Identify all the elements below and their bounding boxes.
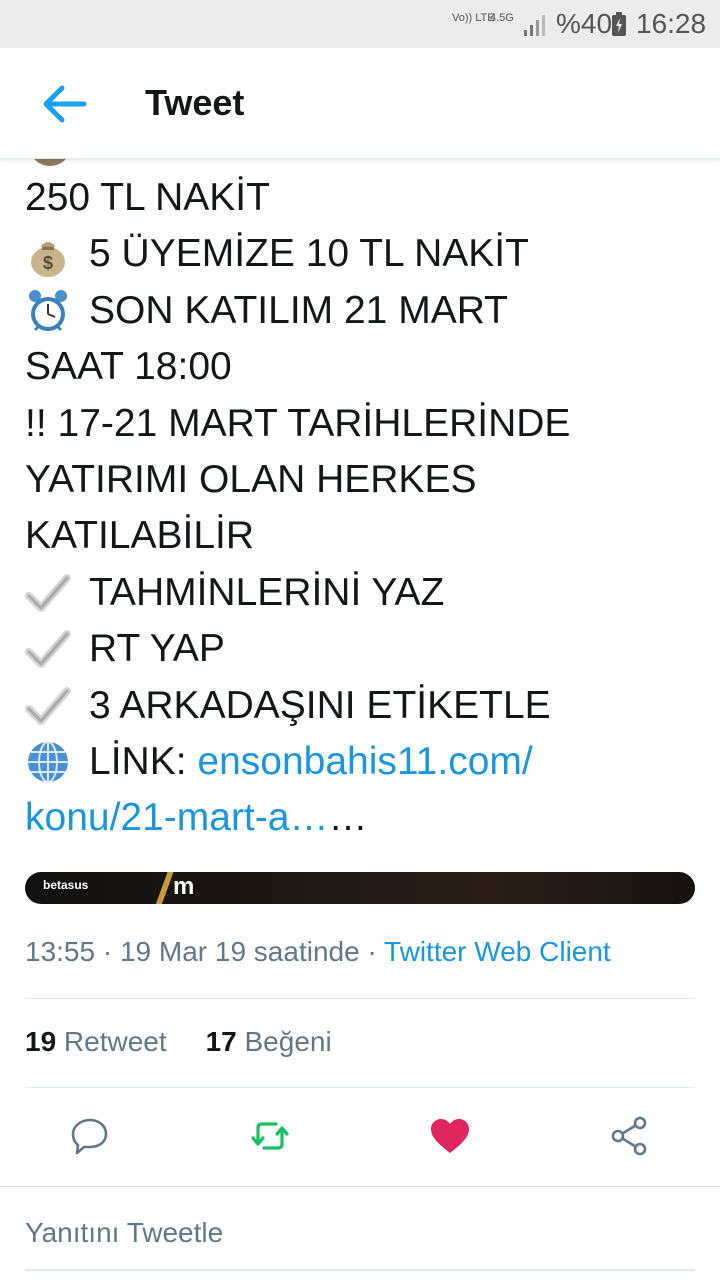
tweet-line: SAAT 18:00: [25, 339, 705, 395]
tweet-line-text: !! 17-21 MART TARİHLERİNDE: [25, 401, 571, 445]
check-mark-icon: [25, 573, 71, 612]
check-mark-icon: [25, 686, 71, 725]
tweet-line-text: 250 TL NAKİT: [25, 176, 270, 219]
divider: [25, 1087, 695, 1088]
tweet-line: SON KATILIM 21 MART: [25, 283, 705, 339]
tweet-line: YATIRIMI OLAN HERKES: [25, 452, 705, 508]
client-link[interactable]: Twitter Web Client: [384, 936, 611, 967]
text-ellipsis: …: [328, 796, 368, 840]
link-prefix: LİNK:: [89, 739, 187, 783]
check-mark-icon: [25, 630, 71, 669]
action-bar: [0, 1114, 720, 1172]
retweet-icon[interactable]: [248, 1114, 292, 1158]
tweet-stats: 19 Retweet 17 Beğeni: [25, 1026, 332, 1058]
tweet-line: !! 17-21 MART TARİHLERİNDE: [25, 396, 705, 452]
tweet-line-text: YATIRIMI OLAN HERKES: [25, 457, 477, 501]
clipped-emoji: [30, 158, 70, 166]
tweet-line-text: SAAT 18:00: [25, 345, 232, 389]
reply-input[interactable]: Yanıtını Tweetle: [25, 1217, 223, 1249]
battery-charging-icon: [612, 12, 626, 36]
share-icon[interactable]: [608, 1114, 652, 1158]
like-label: Beğeni: [236, 1026, 332, 1057]
like-heart-icon[interactable]: [428, 1114, 472, 1158]
tweet-line: KATILABİLİR: [25, 508, 705, 564]
tweet-line-text: KATILABİLİR: [25, 514, 255, 558]
brand-logo: betasus: [43, 878, 89, 892]
tweet-line: LİNK: ensonbahis11.com/: [25, 734, 705, 790]
tweet-line: 3 ARKADAŞINI ETİKETLE: [25, 678, 705, 734]
tweet-link[interactable]: ensonbahis11.com/: [197, 734, 532, 790]
back-arrow-icon[interactable]: [38, 78, 90, 130]
reply-composer[interactable]: Yanıtını Tweetle: [0, 1186, 720, 1280]
retweet-count: 19: [25, 1026, 57, 1057]
tweet-link-continued[interactable]: konu/21-mart-a…: [25, 790, 328, 846]
tweet-line-text: SON KATILIM 21 MART: [89, 288, 508, 332]
status-bar: Vo)) LTE 4.5G %40 16:28: [0, 0, 720, 48]
retweet-stat[interactable]: 19 Retweet: [25, 1026, 167, 1057]
alarm-clock-icon: [29, 289, 67, 332]
retweet-label: Retweet: [56, 1026, 167, 1057]
battery-percentage: %40: [556, 8, 613, 39]
tweet-text: 250 TL NAKİT $ 5 ÜYEMİZE 10 TL NAKİT SON…: [25, 170, 705, 847]
tweet-line: RT YAP: [25, 621, 705, 677]
tweet-line-text: 5 ÜYEMİZE 10 TL NAKİT: [89, 232, 529, 276]
tweet-detail: 250 TL NAKİT $ 5 ÜYEMİZE 10 TL NAKİT SON…: [0, 158, 720, 1280]
media-stripe: [152, 872, 176, 904]
like-stat[interactable]: 17 Beğeni: [206, 1026, 332, 1057]
timestamp: 13:55 · 19 Mar 19 saatinde ·: [25, 936, 385, 967]
reply-icon[interactable]: [68, 1114, 112, 1158]
media-preview[interactable]: betasus m: [25, 872, 695, 904]
page-title: Tweet: [145, 82, 245, 123]
media-text: m: [173, 873, 195, 900]
reply-underline: [25, 1269, 695, 1271]
clock: 16:28: [636, 8, 707, 39]
network-type: 4.5G: [490, 12, 514, 24]
tweet-line: konu/21-mart-a… …: [25, 790, 705, 846]
money-bag-icon: $: [31, 241, 65, 277]
tweet-line-text: RT YAP: [89, 627, 225, 671]
signal-icon: [524, 15, 545, 36]
tweet-line: TAHMİNLERİNİ YAZ: [25, 565, 705, 621]
tweet-meta: 13:55 · 19 Mar 19 saatinde · Twitter Web…: [25, 936, 611, 968]
volte-indicator: Vo)) LTE: [452, 12, 495, 24]
tweet-line-text: 3 ARKADAŞINI ETİKETLE: [89, 683, 551, 727]
tweet-line: $ 5 ÜYEMİZE 10 TL NAKİT: [25, 226, 705, 282]
tweet-line: 250 TL NAKİT: [25, 170, 705, 226]
app-bar: Tweet: [0, 48, 720, 159]
globe-icon: [28, 741, 68, 784]
divider: [25, 998, 695, 999]
svg-text:$: $: [43, 253, 53, 273]
tweet-line-text: TAHMİNLERİNİ YAZ: [89, 570, 445, 614]
like-count: 17: [205, 1026, 237, 1057]
